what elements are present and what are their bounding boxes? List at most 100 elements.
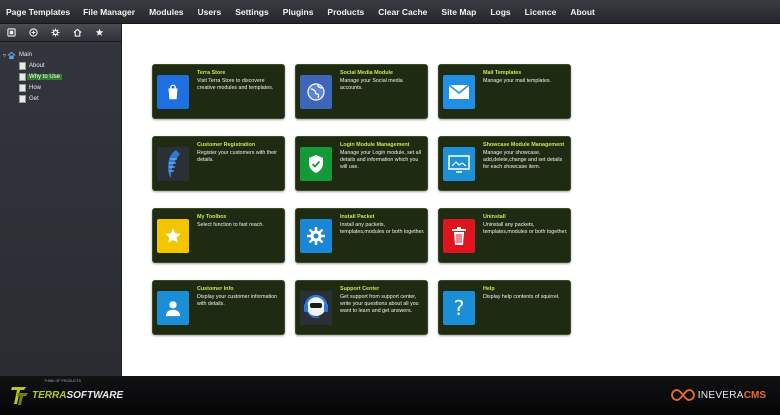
logo-text-inevera: INEVERA [697,389,744,401]
main-dashboard: Terra Store Visit Terra Store to discove… [123,24,780,376]
tile-description: Display help contents of squirrel. [483,294,560,300]
footer: THINK OF PRODUCTS TERRA SOFTWARE INEVERA… [0,376,780,415]
tile-title: Login Module Management [340,142,410,148]
nav-modules[interactable]: Modules [149,0,183,24]
terra-software-logo[interactable]: THINK OF PRODUCTS TERRA SOFTWARE [10,379,124,406]
tile-icon-box [157,147,189,181]
tile-title: Customer Info [197,286,234,292]
inevera-cms-logo[interactable]: INEVERA CMS [670,388,766,402]
tile-uninstall[interactable]: Uninstall Uninstall any packets, templat… [438,208,571,263]
tree-item[interactable]: Why to Use [19,72,63,82]
tile-icon-box [157,291,189,325]
tile-terra-store[interactable]: Terra Store Visit Terra Store to discove… [152,64,285,119]
star-icon [165,228,181,243]
top-navigation: Page Templates File Manager Modules User… [0,0,780,24]
tile-description: Get support from support center, write y… [340,294,419,314]
sidebar-toolbar [0,24,121,42]
nav-about[interactable]: About [570,0,595,24]
tile-showcase-module-management[interactable]: Showcase Module Management Manage your s… [438,136,571,191]
nav-users[interactable]: Users [198,0,222,24]
nav-licence[interactable]: Licence [525,0,557,24]
tree-root[interactable]: ▿ Main [3,50,34,60]
tile-icon-box [300,219,332,253]
tile-title: Showcase Module Management [483,142,565,148]
user-icon [165,301,181,317]
globe-icon [307,83,325,101]
expand-icon[interactable]: ▿ [3,52,6,59]
nav-clear-cache[interactable]: Clear Cache [378,0,427,24]
tile-title: Install Packet [340,214,375,220]
page-tree: ▿ Main About Why to Use How Get [0,42,121,103]
tile-customer-registration[interactable]: Customer Registration Register your cust… [152,136,285,191]
trash-icon [452,227,466,245]
tile-description: Visit Terra Store to discovere creative … [197,78,274,91]
tile-icon-box [443,147,475,181]
nav-plugins[interactable]: Plugins [283,0,314,24]
nav-logs[interactable]: Logs [490,0,510,24]
tile-title: Customer Registration [197,142,256,148]
envelope-icon [448,84,470,99]
logo-text-software: SOFTWARE [66,389,124,401]
tree-item[interactable]: About [19,61,47,71]
tree-item[interactable]: Get [19,94,41,104]
tile-description: Manage your mail templates. [483,78,552,84]
tile-login-module-management[interactable]: Login Module Management Manage your Logi… [295,136,428,191]
tile-description: Register your customers with their detai… [197,150,278,163]
tile-icon-box [300,291,332,325]
tile-description: Install any packets, templates,modules o… [340,222,425,235]
nav-site-map[interactable]: Site Map [441,0,476,24]
tree-item-how[interactable]: How [27,85,43,91]
tile-title: Support Center [340,286,380,292]
shopping-bag-icon [168,84,178,100]
infinity-icon [670,389,695,401]
document-icon [19,62,26,70]
logo-text-terra: TERRA [32,389,67,401]
star-icon[interactable] [88,24,110,42]
nav-file-manager[interactable]: File Manager [83,0,135,24]
tile-support-center[interactable]: Support Center Get support from support … [295,280,428,335]
shield-check-icon [309,155,323,173]
tree-item[interactable]: How [19,83,43,93]
nav-page-templates[interactable]: Page Templates [6,0,70,24]
tile-icon-box: ? [443,291,475,325]
tile-icon-box [157,75,189,109]
tile-my-toolbox[interactable]: My Toolbox Select function to fast reach… [152,208,285,263]
tt-logo-icon [11,387,28,405]
tile-help[interactable]: ? Help Display help contents of squirrel… [438,280,571,335]
logo-tagline: THINK OF PRODUCTS [44,379,81,383]
headset-icon [304,294,328,319]
nav-products[interactable]: Products [327,0,364,24]
tree-item-why-to-use[interactable]: Why to Use [27,74,63,80]
feather-icon [168,150,180,178]
tile-description: Manage your showcase, add,delete,change … [483,150,563,170]
home-icon[interactable] [66,24,88,42]
tile-social-media-module[interactable]: Social Media Module Manage your Social m… [295,64,428,119]
tile-icon-box [300,75,332,109]
home-icon [7,51,16,59]
tile-customer-info[interactable]: Customer Info Display your customer info… [152,280,285,335]
tile-title: Terra Store [197,70,226,76]
tile-title: Help [483,286,495,292]
page-icon[interactable] [0,24,22,42]
document-icon [19,84,26,92]
document-icon [19,95,26,103]
tree-item-main[interactable]: Main [17,52,34,58]
monitor-icon [448,155,470,173]
gear-icon[interactable] [44,24,66,42]
logo-text-cms: CMS [743,389,766,401]
tile-install-packet[interactable]: Install Packet Install any packets, temp… [295,208,428,263]
tile-description: Select function to fast reach. [197,222,264,228]
add-circle-icon[interactable] [22,24,44,42]
tree-item-about[interactable]: About [27,63,47,69]
tile-description: Uninstall any packets, templates,modules… [483,222,568,235]
tile-icon-box [443,219,475,253]
sidebar: ▿ Main About Why to Use How Get [0,24,122,376]
question-icon: ? [453,296,465,320]
nav-settings[interactable]: Settings [235,0,269,24]
tile-mail-templates[interactable]: Mail Templates Manage your mail template… [438,64,571,119]
document-icon [19,73,26,81]
tile-description: Display your customer information with d… [197,294,278,307]
tile-icon-box [157,219,189,253]
tree-item-get[interactable]: Get [27,96,41,102]
gear-icon [307,227,325,245]
